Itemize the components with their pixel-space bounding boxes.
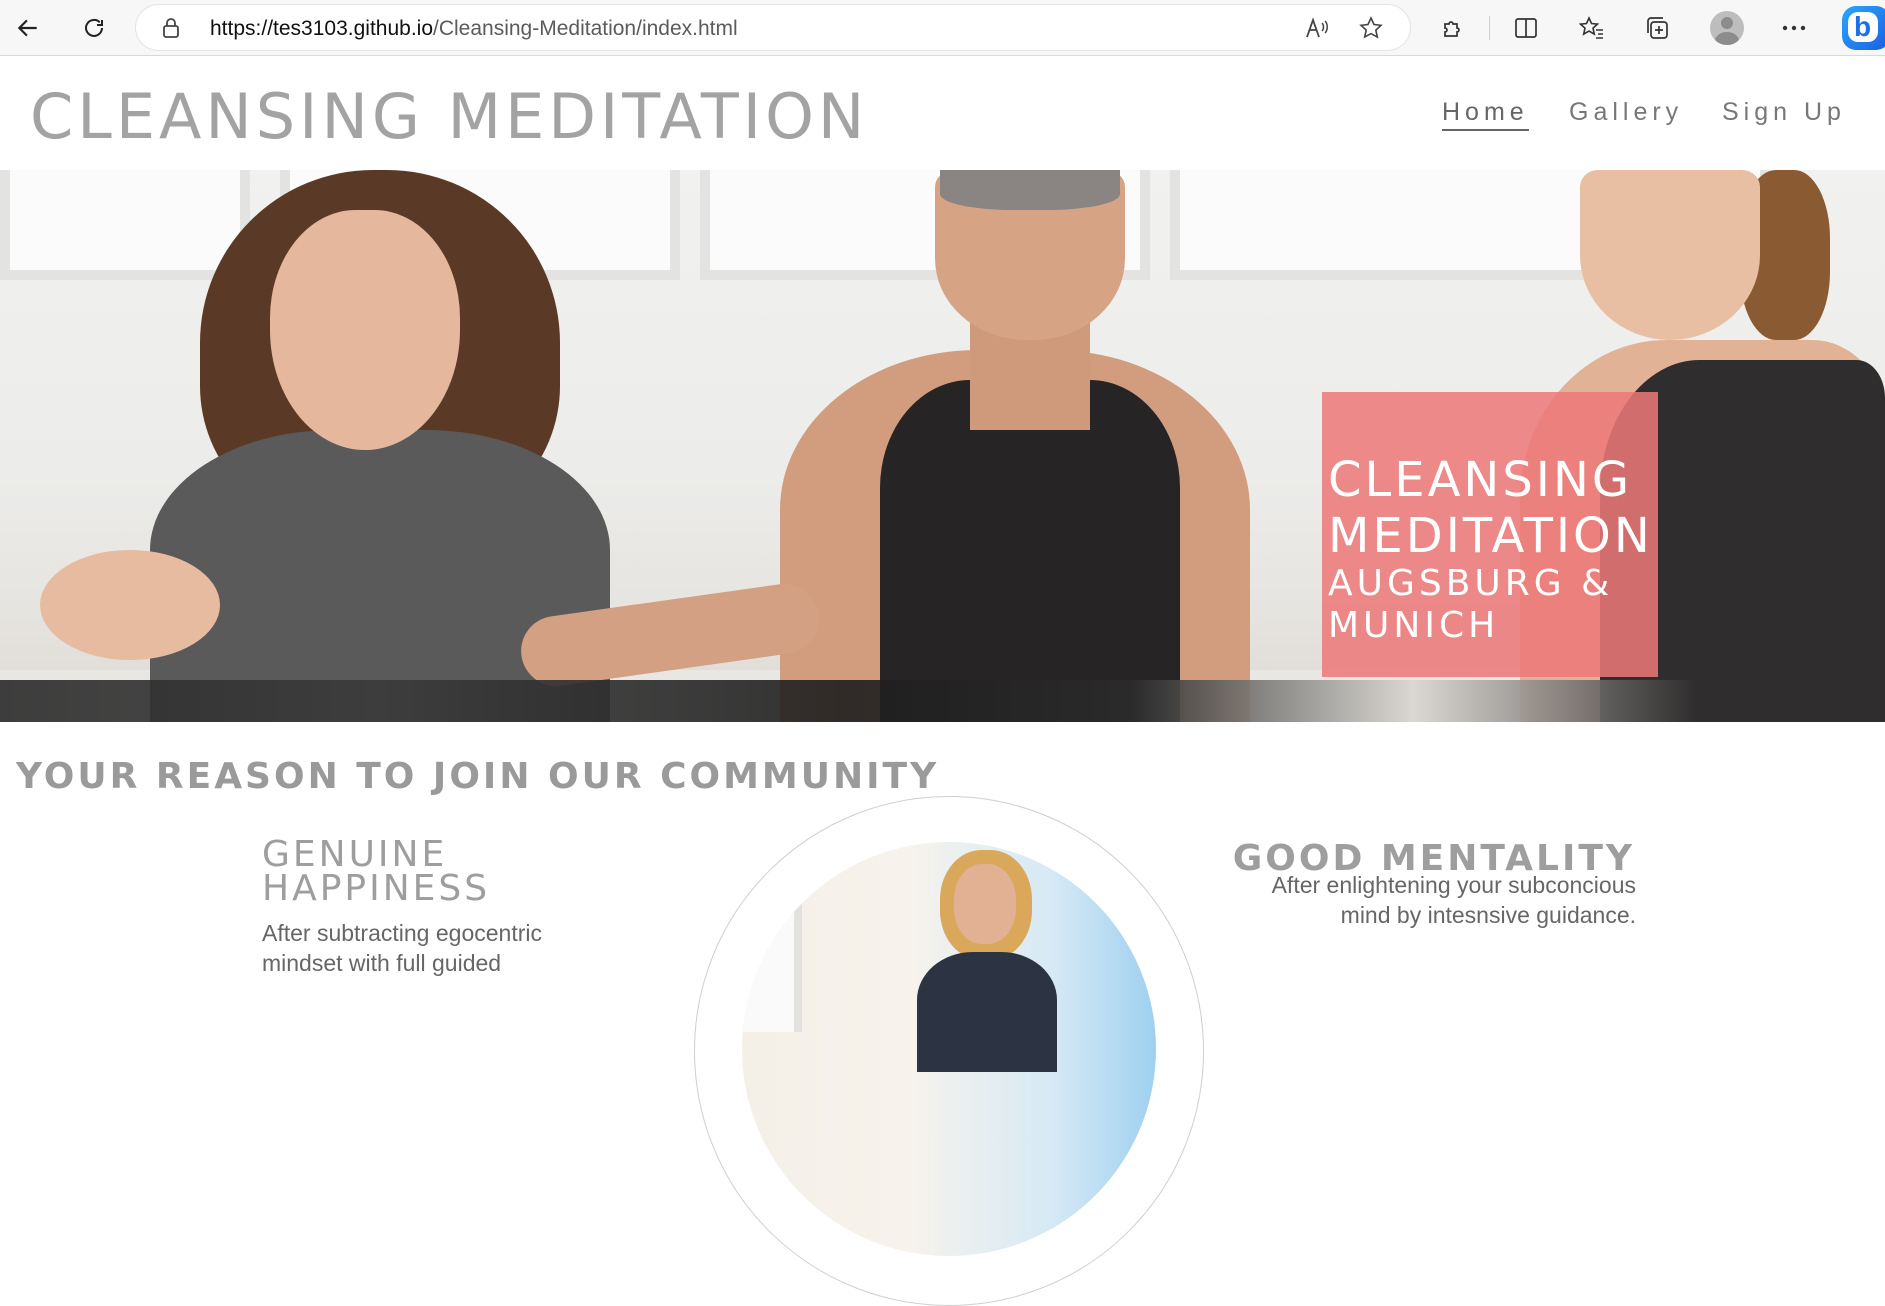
section-title: YOUR REASON TO JOIN OUR COMMUNITY	[16, 756, 940, 797]
meditator-center-tank	[880, 380, 1180, 722]
hero-title-line-1: CLEANSING	[1328, 452, 1633, 508]
ellipsis-icon	[1782, 25, 1806, 31]
url-host: https://tes3103.github.io	[210, 17, 433, 40]
meditator-left-hand	[40, 550, 220, 660]
meditator-left-face	[270, 210, 460, 450]
favorites-list-icon	[1579, 16, 1603, 39]
split-screen-button[interactable]	[1506, 8, 1546, 48]
hero-location-line-2: MUNICH	[1328, 605, 1500, 646]
hero-caption-box: CLEANSING MEDITATION AUGSBURG & MUNICH	[1322, 392, 1658, 677]
bing-chat-button[interactable]: b	[1842, 6, 1885, 50]
browser-toolbar: https://tes3103.github.io/Cleansing-Medi…	[0, 0, 1885, 56]
image-window	[742, 872, 802, 1032]
background-window	[0, 170, 250, 280]
meditators-legs	[0, 680, 1885, 722]
collections-button[interactable]	[1638, 8, 1678, 48]
url-path: /Cleansing-Meditation/index.html	[433, 17, 738, 40]
feature-circle-image	[742, 842, 1156, 1256]
image-person-face	[954, 864, 1016, 944]
refresh-button[interactable]	[74, 8, 114, 48]
bing-logo-icon: b	[1854, 11, 1872, 42]
lock-icon	[162, 18, 180, 43]
hero-title-line-2: MEDITATION	[1328, 508, 1653, 564]
more-menu-button[interactable]	[1774, 8, 1814, 48]
nav-home[interactable]: Home	[1442, 98, 1529, 131]
feature-genuine-happiness-text: After subtracting egocentric mindset wit…	[262, 920, 542, 976]
hero-location-line-1: AUGSBURG &	[1328, 563, 1614, 604]
feature-title-line: HAPPINESS	[262, 868, 491, 909]
meditator-center-hair	[940, 170, 1120, 210]
back-arrow-icon	[17, 19, 37, 37]
site-title[interactable]: CLEANSING MEDITATION	[30, 80, 868, 153]
image-person-body	[917, 952, 1057, 1072]
split-screen-icon	[1515, 18, 1537, 38]
refresh-icon	[85, 18, 103, 37]
feature-good-mentality-text: After enlightening your subconcious mind…	[1271, 872, 1636, 928]
favorites-button[interactable]	[1572, 8, 1612, 48]
extensions-button[interactable]	[1433, 8, 1473, 48]
nav-sign-up[interactable]: Sign Up	[1722, 98, 1846, 127]
url-text: https://tes3103.github.io/Cleansing-Medi…	[210, 17, 738, 41]
puzzle-icon	[1444, 21, 1460, 37]
profile-avatar[interactable]	[1710, 11, 1744, 45]
back-button[interactable]	[8, 8, 48, 48]
address-bar[interactable]: https://tes3103.github.io/Cleansing-Medi…	[136, 5, 1410, 50]
read-aloud-icon[interactable]	[1304, 15, 1330, 41]
favorite-star-icon[interactable]	[1358, 15, 1384, 41]
toolbar-divider	[1489, 16, 1490, 40]
collections-icon	[1647, 17, 1668, 39]
meditator-right-face	[1580, 170, 1760, 340]
feature-genuine-happiness-title: GENUINE HAPPINESS	[262, 834, 491, 909]
nav-gallery[interactable]: Gallery	[1569, 98, 1683, 127]
feature-title-line: GENUINE	[262, 834, 448, 875]
